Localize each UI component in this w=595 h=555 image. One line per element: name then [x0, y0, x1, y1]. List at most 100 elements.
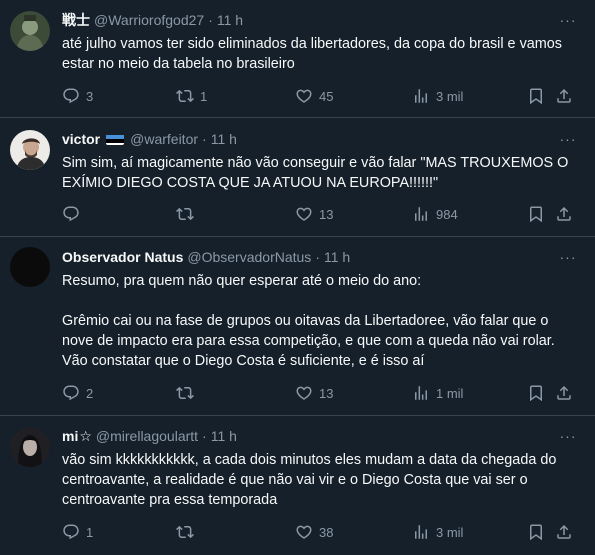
share-button[interactable] [555, 204, 573, 224]
more-icon[interactable]: ··· [559, 248, 577, 266]
like-button[interactable]: 45 [295, 86, 333, 106]
timestamp[interactable]: 11 h [211, 427, 237, 445]
reply-icon [62, 523, 80, 541]
views-icon [412, 523, 430, 541]
like-count: 38 [319, 524, 334, 540]
tweet-header: Observador Natus @ObservadorNatus · 11 h [62, 248, 577, 266]
separator-dot: · [202, 131, 207, 147]
avatar[interactable] [10, 427, 50, 467]
tweet-text: Sim sim, aí magicamente não vão consegui… [62, 155, 573, 191]
more-icon[interactable]: ··· [559, 130, 577, 148]
share-button[interactable] [555, 86, 573, 106]
bookmark-icon [527, 205, 545, 223]
timestamp[interactable]: 11 h [217, 11, 243, 29]
tweet[interactable]: mi ☆ @mirellagoulartt · 11 h ··· vão sim… [0, 416, 595, 555]
avatar[interactable] [10, 11, 50, 51]
retweet-button[interactable] [176, 522, 200, 542]
like-icon [295, 205, 313, 223]
share-icon [555, 523, 573, 541]
retweet-count: 1 [200, 88, 208, 104]
separator-dot: · [202, 428, 207, 444]
tweet-header: 戦士 @Warriorofgod27 · 11 h [62, 11, 577, 29]
avatar[interactable] [10, 247, 50, 287]
share-button[interactable] [555, 522, 573, 542]
tweet-header: victor @warfeitor · 11 h [62, 130, 577, 148]
tweet-actions: 1 38 3 mil [62, 522, 583, 542]
bookmark-button[interactable] [527, 86, 545, 106]
views-icon [412, 87, 430, 105]
views-icon [412, 205, 430, 223]
tweet-text: até julho vamos ter sido eliminados da l… [62, 36, 566, 72]
retweet-button[interactable] [176, 383, 200, 403]
user-handle[interactable]: @ObservadorNatus [187, 248, 311, 266]
share-icon [555, 87, 573, 105]
bookmark-icon [527, 384, 545, 402]
view-count: 1 mil [436, 385, 464, 401]
share-icon [555, 384, 573, 402]
share-button[interactable] [555, 383, 573, 403]
tweet-text: vão sim kkkkkkkkkkk, a cada dois minutos… [62, 452, 561, 508]
star-icon: ☆ [79, 428, 92, 444]
bookmark-button[interactable] [527, 522, 545, 542]
timeline-feed: 戦士 @Warriorofgod27 · 11 h ··· até julho … [0, 0, 595, 555]
tweet[interactable]: 戦士 @Warriorofgod27 · 11 h ··· até julho … [0, 0, 595, 118]
display-name[interactable]: victor [62, 130, 100, 148]
display-name[interactable]: mi [62, 427, 78, 445]
user-handle[interactable]: @warfeitor [130, 130, 198, 148]
like-button[interactable]: 13 [295, 204, 333, 224]
reply-button[interactable]: 1 [62, 522, 93, 542]
view-count: 3 mil [436, 524, 464, 540]
bookmark-button[interactable] [527, 383, 545, 403]
reply-count: 2 [86, 385, 94, 401]
display-name[interactable]: Observador Natus [62, 248, 183, 266]
bookmark-button[interactable] [527, 204, 545, 224]
views-button[interactable]: 1 mil [412, 383, 463, 403]
reply-icon [62, 205, 80, 223]
tweet-actions: 2 13 1 mil [62, 383, 583, 403]
user-handle[interactable]: @Warriorofgod27 [94, 11, 204, 29]
reply-count: 3 [86, 88, 94, 104]
share-icon [555, 205, 573, 223]
avatar[interactable] [10, 130, 50, 170]
reply-icon [62, 384, 80, 402]
tweet-actions: 3 1 45 3 mil [62, 86, 583, 106]
tweet-header: mi ☆ @mirellagoulartt · 11 h [62, 427, 577, 445]
like-icon [295, 87, 313, 105]
timestamp[interactable]: 11 h [324, 248, 350, 266]
reply-button[interactable]: 2 [62, 383, 93, 403]
retweet-button[interactable] [176, 204, 200, 224]
tweet-text: Resumo, pra quem não quer esperar até o … [62, 273, 555, 369]
tweet-actions: 13 984 [62, 204, 583, 224]
reply-button[interactable]: 3 [62, 86, 93, 106]
reply-button[interactable] [62, 204, 86, 224]
display-name[interactable]: 戦士 [62, 11, 90, 29]
tweet[interactable]: Observador Natus @ObservadorNatus · 11 h… [0, 237, 595, 416]
bookmark-icon [527, 523, 545, 541]
views-icon [412, 384, 430, 402]
flag-icon [106, 133, 125, 145]
timestamp[interactable]: 11 h [211, 130, 237, 148]
like-button[interactable]: 13 [295, 383, 333, 403]
like-count: 45 [319, 88, 334, 104]
like-button[interactable]: 38 [295, 522, 333, 542]
user-handle[interactable]: @mirellagoulartt [96, 427, 198, 445]
tweet[interactable]: victor @warfeitor · 11 h ··· Sim sim, aí… [0, 118, 595, 237]
separator-dot: · [208, 12, 213, 28]
like-icon [295, 384, 313, 402]
like-count: 13 [319, 206, 334, 222]
retweet-icon [176, 523, 194, 541]
views-button[interactable]: 984 [412, 204, 458, 224]
reply-icon [62, 87, 80, 105]
view-count: 984 [436, 206, 458, 222]
separator-dot: · [315, 249, 320, 265]
retweet-icon [176, 205, 194, 223]
views-button[interactable]: 3 mil [412, 522, 463, 542]
views-button[interactable]: 3 mil [412, 86, 463, 106]
more-icon[interactable]: ··· [559, 427, 577, 445]
like-icon [295, 523, 313, 541]
retweet-button[interactable]: 1 [176, 86, 207, 106]
like-count: 13 [319, 385, 334, 401]
bookmark-icon [527, 87, 545, 105]
more-icon[interactable]: ··· [559, 11, 577, 29]
retweet-icon [176, 384, 194, 402]
